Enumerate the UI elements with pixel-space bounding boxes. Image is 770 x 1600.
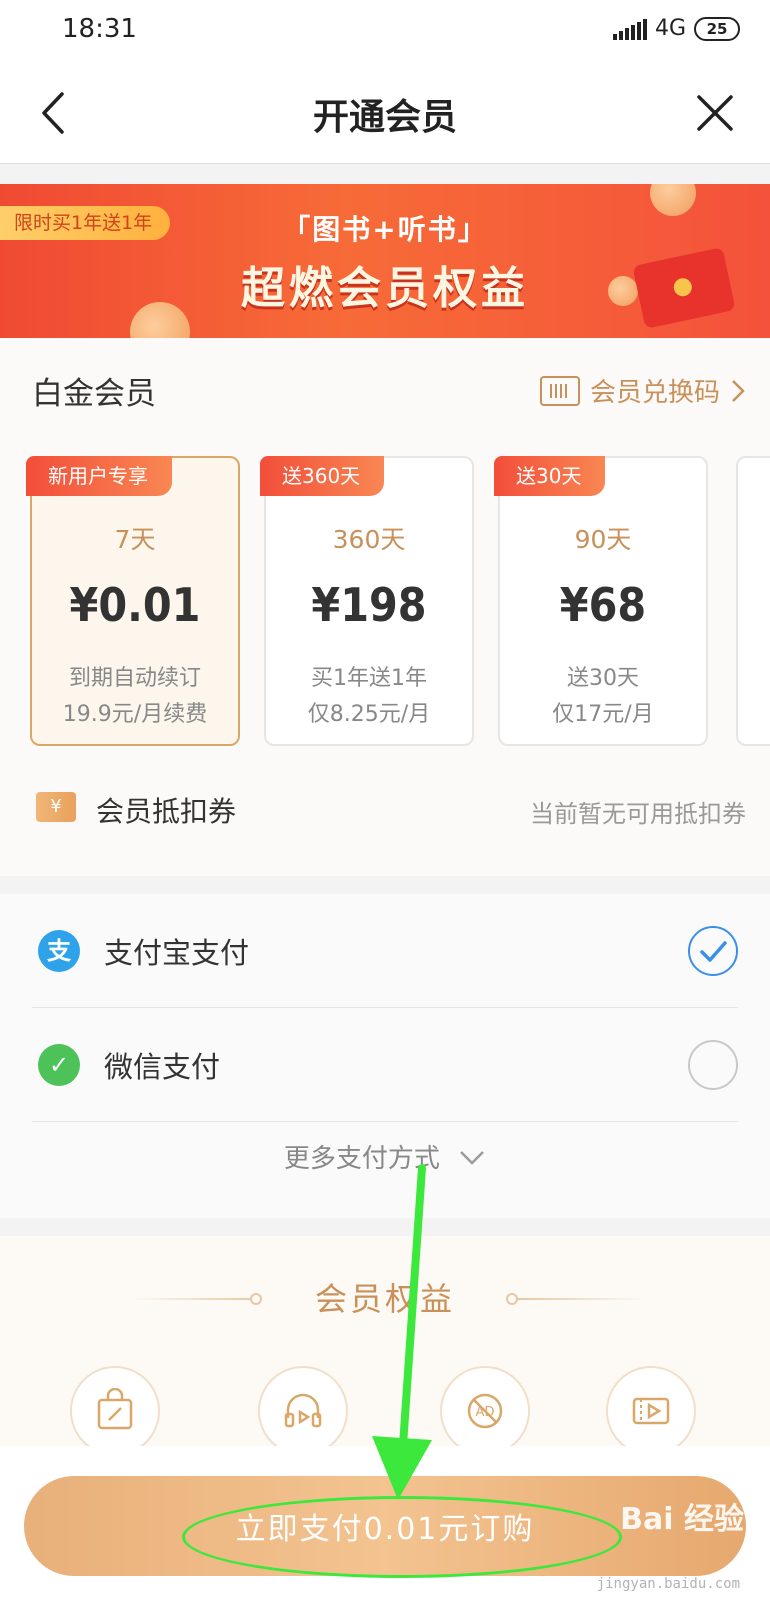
annotation-arrow-icon: [372, 1164, 432, 1500]
baidu-jingyan-logo: Bai 经验: [620, 1502, 744, 1537]
watermark-url: jingyan.baidu.com: [596, 1576, 740, 1592]
